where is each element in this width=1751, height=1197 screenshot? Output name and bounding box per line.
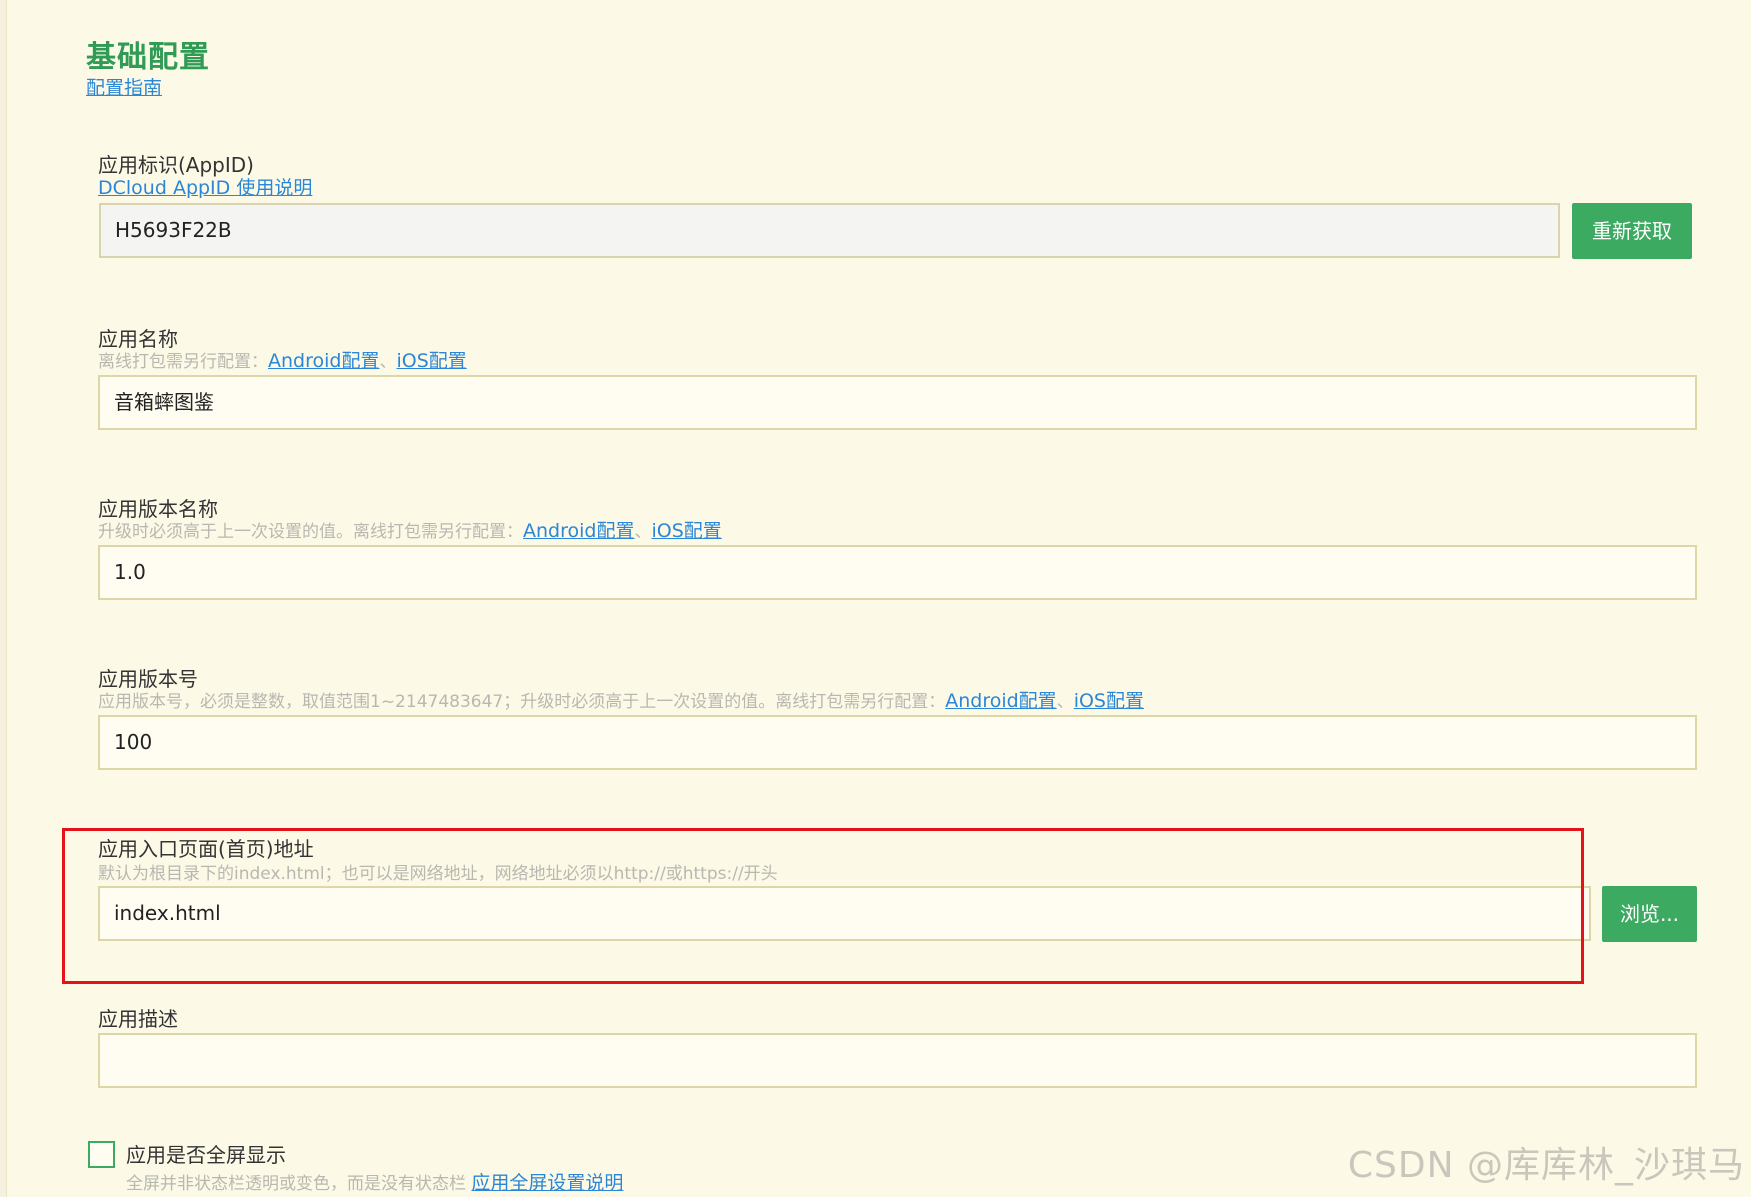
regenerate-appid-button[interactable]: 重新获取: [1572, 203, 1692, 259]
version-name-hint: 升级时必须高于上一次设置的值。离线打包需另行配置：Android配置、iOS配置: [98, 520, 722, 543]
fullscreen-checkbox[interactable]: [88, 1141, 115, 1168]
hint-separator: 、: [379, 352, 397, 372]
red-highlight-annotation: [62, 828, 1584, 984]
android-config-link[interactable]: Android配置: [523, 520, 634, 542]
watermark: CSDN @库库林_沙琪马: [1347, 1145, 1745, 1186]
appid-input[interactable]: H5693F22B: [99, 203, 1560, 258]
app-name-hint: 离线打包需另行配置：Android配置、iOS配置: [98, 350, 467, 373]
manifest-basic-config-page: 基础配置 配置指南 应用标识(AppID) DCloud AppID 使用说明 …: [0, 0, 1751, 1197]
version-code-hint-text: 应用版本号，必须是整数，取值范围1~2147483647；升级时必须高于上一次设…: [98, 692, 946, 712]
version-code-label: 应用版本号: [98, 667, 198, 691]
fullscreen-hint-text: 全屏并非状态栏透明或变色，而是没有状态栏: [126, 1174, 472, 1194]
description-input[interactable]: [98, 1033, 1697, 1088]
version-name-input[interactable]: 1.0: [98, 545, 1697, 600]
app-name-hint-text: 离线打包需另行配置：: [98, 352, 268, 372]
section-title: 基础配置: [86, 40, 210, 75]
version-name-label: 应用版本名称: [98, 497, 218, 521]
appid-help-link[interactable]: DCloud AppID 使用说明: [98, 177, 312, 199]
version-name-hint-text: 升级时必须高于上一次设置的值。离线打包需另行配置：: [98, 522, 523, 542]
android-config-link[interactable]: Android配置: [268, 350, 379, 372]
app-name-input[interactable]: 音箱蟀图鉴: [98, 375, 1697, 430]
browse-button[interactable]: 浏览...: [1602, 886, 1697, 942]
hint-separator: 、: [1056, 692, 1074, 712]
description-label: 应用描述: [98, 1007, 178, 1031]
appid-hint: DCloud AppID 使用说明: [98, 177, 312, 200]
app-name-label: 应用名称: [98, 327, 178, 351]
hint-separator: 、: [634, 522, 652, 542]
ios-config-link[interactable]: iOS配置: [651, 520, 721, 542]
fullscreen-hint: 全屏并非状态栏透明或变色，而是没有状态栏 应用全屏设置说明: [126, 1172, 623, 1195]
left-divider: [0, 0, 7, 1197]
version-code-input[interactable]: 100: [98, 715, 1697, 770]
fullscreen-help-link[interactable]: 应用全屏设置说明: [471, 1172, 623, 1194]
fullscreen-label[interactable]: 应用是否全屏显示: [126, 1142, 286, 1168]
ios-config-link[interactable]: iOS配置: [1074, 690, 1144, 712]
ios-config-link[interactable]: iOS配置: [396, 350, 466, 372]
appid-label: 应用标识(AppID): [98, 153, 254, 177]
android-config-link[interactable]: Android配置: [945, 690, 1056, 712]
version-code-hint: 应用版本号，必须是整数，取值范围1~2147483647；升级时必须高于上一次设…: [98, 690, 1144, 713]
config-guide-link[interactable]: 配置指南: [86, 76, 162, 100]
